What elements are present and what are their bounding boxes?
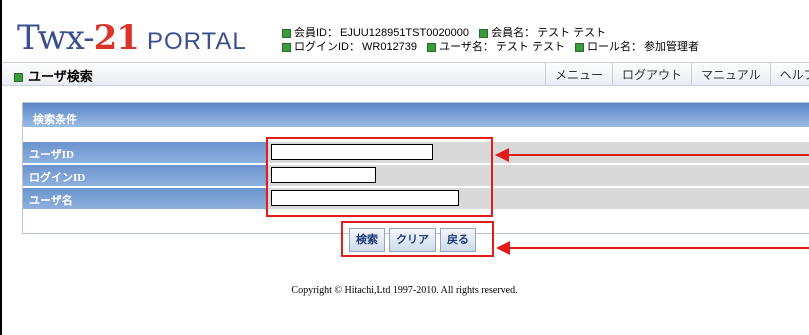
role-value: 参加管理者: [644, 41, 700, 53]
account-info: 会員ID： EJUU128951TST0020000 会員名： テスト テスト ログ…: [282, 26, 699, 54]
bullet-icon: [282, 42, 291, 52]
form-arrow-line: [505, 154, 809, 156]
member-name-label: 会員名：: [491, 27, 536, 39]
member-name-value: テスト テスト: [537, 27, 607, 39]
user-name-field-label: ユーザ名: [23, 188, 266, 209]
header: Twx-21 PORTAL 会員ID： EJUU128951TST0020000 会…: [2, 0, 809, 60]
nav-menu-link[interactable]: メニュー: [545, 63, 612, 85]
member-id-value: EJUU128951TST0020000: [340, 27, 470, 39]
button-highlight-box: [341, 221, 494, 257]
panel-title: 検索条件: [23, 103, 809, 127]
bullet-icon: [575, 42, 585, 52]
bullet-icon: [282, 28, 291, 38]
portal-logo: Twx-21 PORTAL: [17, 18, 247, 58]
nav-bar: ユーザ検索 メニュー ログアウト マニュアル ヘルプ: [2, 62, 809, 86]
logo-twx: Twx-: [17, 18, 95, 58]
nav-links: メニュー ログアウト マニュアル ヘルプ: [545, 63, 809, 85]
user-id-label: ユーザID: [23, 142, 266, 163]
member-id-label: 会員ID：: [294, 27, 338, 39]
login-id-field-label: ログインID: [23, 165, 266, 186]
nav-manual-link[interactable]: マニュアル: [691, 63, 770, 85]
user-name-value: テスト テスト: [495, 41, 565, 53]
form-highlight-box: [266, 137, 493, 217]
bullet-icon: [479, 28, 489, 38]
nav-help-link[interactable]: ヘルプ: [769, 63, 809, 85]
bullet-icon: [427, 42, 437, 52]
logo-portal: PORTAL: [146, 28, 247, 55]
user-name-label: ユーザ名：: [439, 41, 494, 53]
page-title: ユーザ検索: [14, 66, 93, 85]
button-arrow-line: [506, 247, 809, 249]
page-title-text: ユーザ検索: [28, 69, 93, 84]
copyright-footer: Copyright © Hitachi,Ltd 1997-2010. All r…: [291, 285, 518, 296]
login-id-value: WR012739: [362, 41, 418, 53]
bullet-icon: [14, 73, 23, 83]
login-id-label: ログインID：: [294, 41, 360, 53]
nav-logout-link[interactable]: ログアウト: [612, 63, 691, 85]
role-label: ロール名：: [587, 41, 643, 53]
logo-number: 21: [93, 18, 140, 58]
